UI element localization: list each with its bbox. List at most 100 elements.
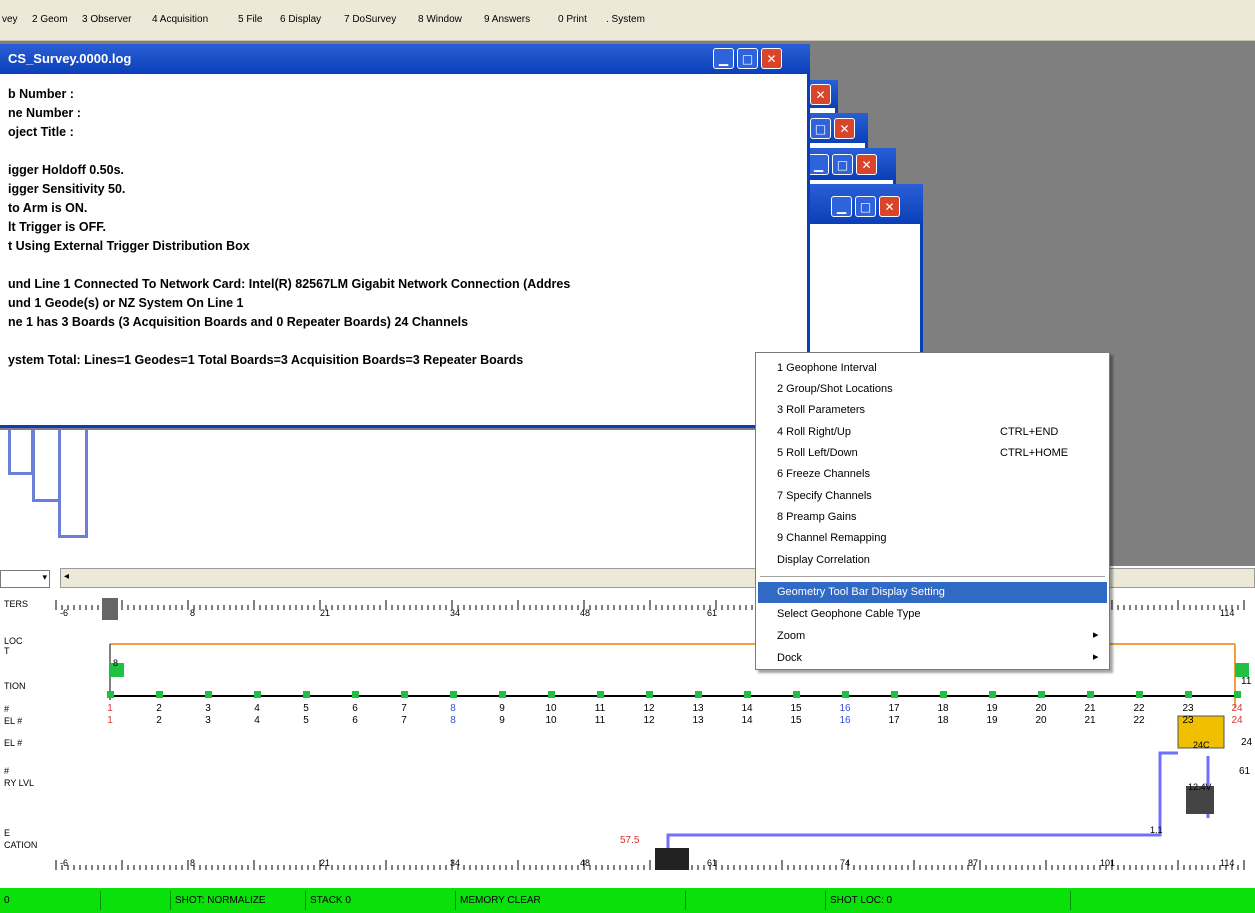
log-line: igger Sensitivity 50. <box>8 182 126 196</box>
geophone-icon <box>891 691 898 698</box>
geophone-icon <box>597 691 604 698</box>
shortcut-label: CTRL+END <box>1000 426 1059 438</box>
close-icon[interactable]: ✕ <box>761 48 782 69</box>
channel-number: 24 <box>1231 715 1243 726</box>
geophone-icon <box>1136 691 1143 698</box>
ruler-tick-label: 74 <box>840 858 851 868</box>
ruler-tick-label: 61 <box>707 858 718 868</box>
menu-item-display-correlation[interactable]: Display Correlation <box>777 554 870 566</box>
menu-item-geometry-toolbar-display-setting[interactable]: Geometry Tool Bar Display Setting <box>777 586 945 598</box>
close-icon[interactable]: ✕ <box>856 154 877 175</box>
channel-number: 20 <box>1035 703 1047 714</box>
geophone-icon <box>793 691 800 698</box>
background-window-3-titlebar[interactable]: ▁ □ ✕ <box>800 148 896 180</box>
channel-number: 16 <box>839 703 851 714</box>
menu-file[interactable]: 5 File <box>238 14 262 25</box>
ruler-tick-label: 34 <box>450 608 461 618</box>
menu-item-geophone-interval[interactable]: 1 Geophone Interval <box>777 362 877 374</box>
menu-item-roll-left-down[interactable]: 5 Roll Left/Down <box>777 447 858 459</box>
channel-number: 8 <box>450 703 456 714</box>
menu-display[interactable]: 6 Display <box>280 14 321 25</box>
geophone-icon <box>450 691 457 698</box>
background-window-4-titlebar[interactable]: ▁ □ ✕ <box>805 184 923 224</box>
geophone-icon <box>744 691 751 698</box>
chevron-down-icon[interactable]: ▾ <box>42 572 47 583</box>
menu-item-group-shot-locations[interactable]: 2 Group/Shot Locations <box>777 383 893 395</box>
menu-acquisition[interactable]: 4 Acquisition <box>152 14 208 25</box>
trace-bar <box>8 430 34 475</box>
menu-item-preamp-gains[interactable]: 8 Preamp Gains <box>777 511 856 523</box>
channel-number: 7 <box>401 703 407 714</box>
menu-observer[interactable]: 3 Observer <box>82 14 131 25</box>
close-icon[interactable]: ✕ <box>810 84 831 105</box>
maximize-icon[interactable]: □ <box>855 196 876 217</box>
menu-dosurvey[interactable]: 7 DoSurvey <box>344 14 396 25</box>
ruler-tick-label: 8 <box>190 608 196 618</box>
minimize-icon[interactable]: ▁ <box>808 154 829 175</box>
zoom-combo[interactable]: ▾ <box>0 570 50 588</box>
menu-item-roll-right-up[interactable]: 4 Roll Right/Up <box>777 426 851 438</box>
minimize-icon[interactable]: ▁ <box>831 196 852 217</box>
log-text-area: b Number : ne Number : oject Title : igg… <box>8 87 803 417</box>
channel-number: 14 <box>741 703 753 714</box>
channel-number: 4 <box>254 715 260 726</box>
menu-item-select-geophone-cable-type[interactable]: Select Geophone Cable Type <box>777 608 921 620</box>
submenu-arrow-icon: ▸ <box>1093 651 1099 663</box>
geophone-icon <box>1087 691 1094 698</box>
minimize-icon[interactable]: ▁ <box>713 48 734 69</box>
menu-survey[interactable]: vey <box>2 14 18 25</box>
menu-item-channel-remapping[interactable]: 9 Channel Remapping <box>777 532 886 544</box>
menu-item-specify-channels[interactable]: 7 Specify Channels <box>777 490 872 502</box>
channel-number: 17 <box>888 703 900 714</box>
log-line: b Number : <box>8 87 74 101</box>
log-line: und Line 1 Connected To Network Card: In… <box>8 277 571 291</box>
menu-item-dock[interactable]: Dock <box>777 652 802 664</box>
maximize-icon[interactable]: □ <box>832 154 853 175</box>
channel-number: 5 <box>303 703 309 714</box>
menu-answers[interactable]: 9 Answers <box>484 14 530 25</box>
channel-number: 10 <box>545 703 557 714</box>
log-line: igger Holdoff 0.50s. <box>8 163 124 177</box>
menu-item-zoom[interactable]: Zoom <box>777 630 805 642</box>
menu-geom[interactable]: 2 Geom <box>32 14 68 25</box>
log-line: lt Trigger is OFF. <box>8 220 106 234</box>
maximize-icon[interactable]: □ <box>810 118 831 139</box>
ruler-tick-label: -6 <box>60 858 69 868</box>
channel-number: 14 <box>741 715 753 726</box>
menu-item-roll-parameters[interactable]: 3 Roll Parameters <box>777 404 865 416</box>
geophone-icon <box>499 691 506 698</box>
channel-number: 7 <box>401 715 407 726</box>
geophone-icon <box>205 691 212 698</box>
menu-system[interactable]: . System <box>606 14 645 25</box>
channel-number: 8 <box>450 715 456 726</box>
channel-number: 13 <box>692 715 704 726</box>
geophone-icon <box>107 691 114 698</box>
menu-print[interactable]: 0 Print <box>558 14 587 25</box>
channel-number: 12 <box>643 703 655 714</box>
maximize-icon[interactable]: □ <box>737 48 758 69</box>
log-line: ystem Total: Lines=1 Geodes=1 Total Boar… <box>8 353 524 367</box>
log-window[interactable]: b Number : ne Number : oject Title : igg… <box>0 44 810 428</box>
geophone-icon <box>548 691 555 698</box>
channel-number: 18 <box>937 715 949 726</box>
channel-number: 11 <box>594 703 606 714</box>
channel-number: 1 <box>107 715 113 726</box>
channel-number: 9 <box>499 715 505 726</box>
geophone-icon <box>352 691 359 698</box>
channel-number: 11 <box>594 715 606 726</box>
log-line: to Arm is ON. <box>8 201 88 215</box>
status-cell <box>685 891 825 910</box>
close-icon[interactable]: ✕ <box>879 196 900 217</box>
status-normalize: SHOT: NORMALIZE <box>170 891 305 910</box>
log-window-titlebar[interactable]: CS_Survey.0000.log ▁ □ ✕ <box>0 44 810 74</box>
menu-item-freeze-channels[interactable]: 6 Freeze Channels <box>777 468 870 480</box>
ruler-tick-label: 114 <box>1220 608 1235 618</box>
shortcut-label: CTRL+HOME <box>1000 447 1069 459</box>
channel-number: 16 <box>839 715 851 726</box>
channel-number: 4 <box>254 703 260 714</box>
scroll-left-icon[interactable]: ◂ <box>64 571 69 582</box>
channel-number: 2 <box>156 715 162 726</box>
close-icon[interactable]: ✕ <box>834 118 855 139</box>
channel-number: 3 <box>205 715 211 726</box>
menu-window[interactable]: 8 Window <box>418 14 462 25</box>
